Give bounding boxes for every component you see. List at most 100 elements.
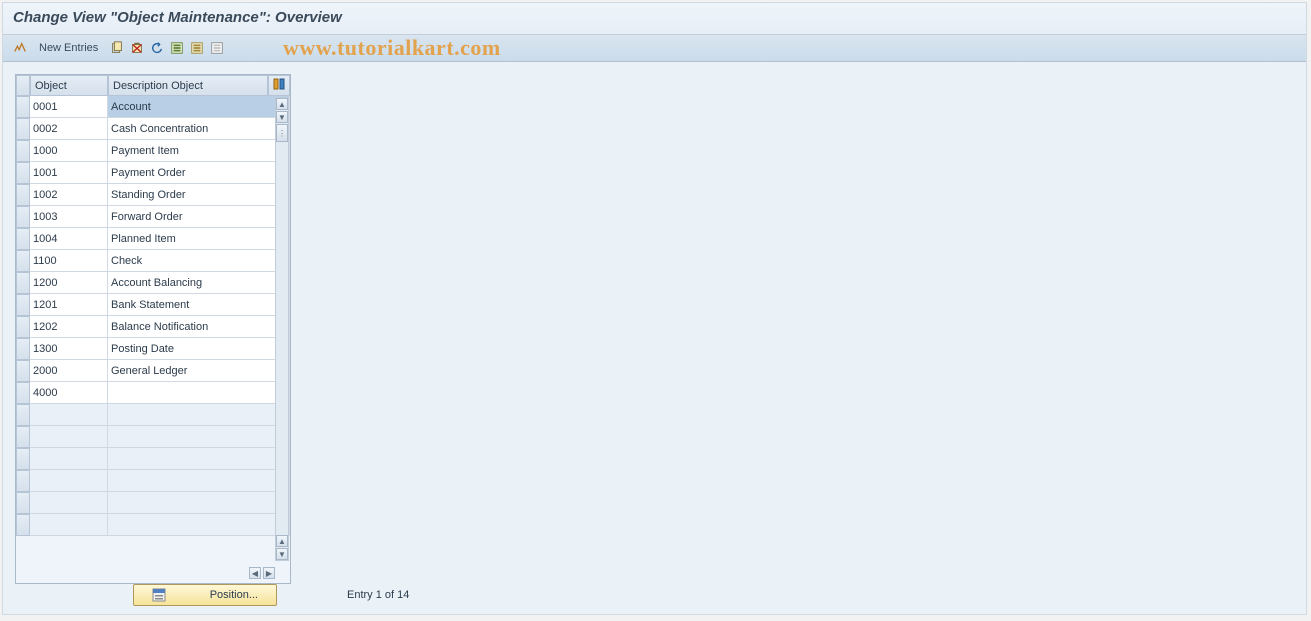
- cell-description[interactable]: Planned Item: [108, 228, 290, 250]
- cell-description[interactable]: Bank Statement: [108, 294, 290, 316]
- row-selector[interactable]: [16, 96, 30, 118]
- deselect-all-icon[interactable]: [208, 39, 226, 57]
- table-row[interactable]: 1000Payment Item: [16, 140, 290, 162]
- cell-object[interactable]: [30, 470, 108, 492]
- row-selector[interactable]: [16, 448, 30, 470]
- scroll-left-button[interactable]: ◀: [249, 567, 261, 579]
- row-selector[interactable]: [16, 184, 30, 206]
- table-config-button[interactable]: [268, 75, 290, 96]
- table-row[interactable]: 1300Posting Date: [16, 338, 290, 360]
- cell-description[interactable]: [108, 404, 290, 426]
- row-selector[interactable]: [16, 426, 30, 448]
- cell-object[interactable]: [30, 492, 108, 514]
- cell-description[interactable]: Account Balancing: [108, 272, 290, 294]
- column-header-object[interactable]: Object: [30, 75, 108, 96]
- cell-object[interactable]: 0001: [30, 96, 108, 118]
- scroll-grip-icon[interactable]: ⋮: [276, 124, 288, 142]
- row-selector[interactable]: [16, 294, 30, 316]
- scroll-right-button[interactable]: ▶: [263, 567, 275, 579]
- copy-icon[interactable]: [108, 39, 126, 57]
- cell-description[interactable]: Payment Order: [108, 162, 290, 184]
- cell-object[interactable]: 1200: [30, 272, 108, 294]
- scroll-down-button[interactable]: ▼: [276, 111, 288, 123]
- cell-object[interactable]: 1004: [30, 228, 108, 250]
- row-selector[interactable]: [16, 382, 30, 404]
- cell-object[interactable]: 1002: [30, 184, 108, 206]
- cell-object[interactable]: [30, 426, 108, 448]
- table-row[interactable]: 1003Forward Order: [16, 206, 290, 228]
- row-selector[interactable]: [16, 514, 30, 536]
- cell-object[interactable]: 1100: [30, 250, 108, 272]
- table-row[interactable]: 1201Bank Statement: [16, 294, 290, 316]
- table-row[interactable]: [16, 514, 290, 536]
- cell-object[interactable]: [30, 404, 108, 426]
- table-row[interactable]: [16, 470, 290, 492]
- cell-object[interactable]: [30, 514, 108, 536]
- scroll-down2-button[interactable]: ▼: [276, 548, 288, 560]
- table-row[interactable]: 1002Standing Order: [16, 184, 290, 206]
- row-selector[interactable]: [16, 492, 30, 514]
- row-selector[interactable]: [16, 404, 30, 426]
- cell-object[interactable]: 1202: [30, 316, 108, 338]
- cell-description[interactable]: [108, 470, 290, 492]
- table-row[interactable]: [16, 448, 290, 470]
- scroll-up2-button[interactable]: ▲: [276, 535, 288, 547]
- cell-object[interactable]: 1000: [30, 140, 108, 162]
- row-selector[interactable]: [16, 272, 30, 294]
- cell-description[interactable]: [108, 448, 290, 470]
- cell-object[interactable]: 0002: [30, 118, 108, 140]
- table-row[interactable]: 1100Check: [16, 250, 290, 272]
- select-block-icon[interactable]: [188, 39, 206, 57]
- row-selector[interactable]: [16, 250, 30, 272]
- horizontal-scrollbar[interactable]: ◀ ▶: [17, 564, 289, 582]
- cell-description[interactable]: Posting Date: [108, 338, 290, 360]
- cell-description[interactable]: Forward Order: [108, 206, 290, 228]
- row-selector[interactable]: [16, 118, 30, 140]
- new-entries-button[interactable]: New Entries: [33, 40, 104, 56]
- cell-object[interactable]: 1001: [30, 162, 108, 184]
- cell-object[interactable]: 1003: [30, 206, 108, 228]
- row-selector[interactable]: [16, 206, 30, 228]
- table-row[interactable]: 1200Account Balancing: [16, 272, 290, 294]
- position-button[interactable]: Position...: [133, 584, 277, 606]
- table-row[interactable]: 1202Balance Notification: [16, 316, 290, 338]
- corner-header[interactable]: [16, 75, 30, 96]
- row-selector[interactable]: [16, 162, 30, 184]
- table-row[interactable]: 2000General Ledger: [16, 360, 290, 382]
- delete-icon[interactable]: [128, 39, 146, 57]
- cell-object[interactable]: 2000: [30, 360, 108, 382]
- cell-description[interactable]: General Ledger: [108, 360, 290, 382]
- vertical-scrollbar[interactable]: ▲ ▼ ⋮ ▲ ▼: [275, 97, 289, 561]
- table-row[interactable]: 1001Payment Order: [16, 162, 290, 184]
- cell-description[interactable]: Payment Item: [108, 140, 290, 162]
- object-table[interactable]: Object Description Object 0001Account000…: [16, 75, 290, 536]
- cell-description[interactable]: [108, 382, 290, 404]
- cell-description[interactable]: [108, 426, 290, 448]
- cell-object[interactable]: 4000: [30, 382, 108, 404]
- table-row[interactable]: 4000: [16, 382, 290, 404]
- column-header-description[interactable]: Description Object: [108, 75, 268, 96]
- cell-description[interactable]: [108, 492, 290, 514]
- row-selector[interactable]: [16, 316, 30, 338]
- table-row[interactable]: [16, 492, 290, 514]
- select-all-icon[interactable]: [168, 39, 186, 57]
- scroll-up-button[interactable]: ▲: [276, 98, 288, 110]
- table-row[interactable]: 1004Planned Item: [16, 228, 290, 250]
- row-selector[interactable]: [16, 140, 30, 162]
- cell-description[interactable]: Check: [108, 250, 290, 272]
- cell-description[interactable]: [108, 514, 290, 536]
- row-selector[interactable]: [16, 228, 30, 250]
- cell-object[interactable]: 1300: [30, 338, 108, 360]
- cell-description[interactable]: Cash Concentration: [108, 118, 290, 140]
- cell-description[interactable]: Account: [108, 96, 290, 118]
- cell-description[interactable]: Standing Order: [108, 184, 290, 206]
- cell-object[interactable]: [30, 448, 108, 470]
- row-selector[interactable]: [16, 470, 30, 492]
- table-row[interactable]: [16, 404, 290, 426]
- undo-icon[interactable]: [148, 39, 166, 57]
- row-selector[interactable]: [16, 360, 30, 382]
- cell-description[interactable]: Balance Notification: [108, 316, 290, 338]
- toggle-icon[interactable]: [11, 39, 29, 57]
- table-row[interactable]: 0002Cash Concentration: [16, 118, 290, 140]
- row-selector[interactable]: [16, 338, 30, 360]
